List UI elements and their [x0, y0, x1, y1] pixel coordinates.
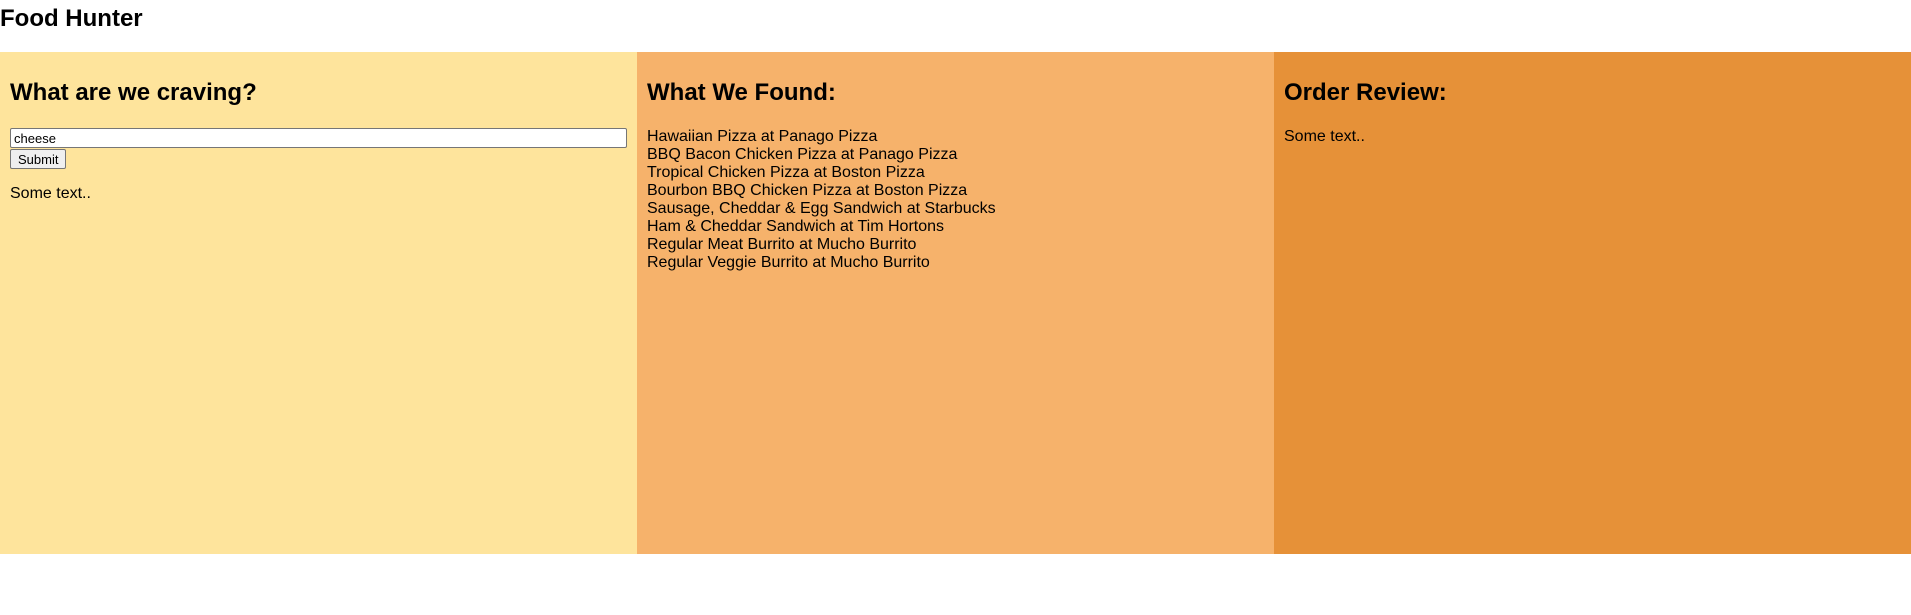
results-heading: What We Found:: [647, 79, 836, 106]
result-item: Hawaiian Pizza at Panago Pizza: [647, 128, 878, 146]
results-panel: What We Found: Hawaiian Pizza at Panago …: [637, 52, 1274, 554]
submit-button[interactable]: Submit: [10, 149, 67, 170]
order-heading: Order Review:: [1284, 79, 1447, 106]
result-item: BBQ Bacon Chicken Pizza at Panago Pizza: [647, 146, 958, 164]
search-input[interactable]: [10, 128, 627, 149]
app-title: Food Hunter: [0, 5, 143, 32]
result-item: Regular Veggie Burrito at Mucho Burrito: [647, 254, 930, 272]
result-item: Ham & Cheddar Sandwich at Tim Hortons: [647, 218, 945, 236]
order-panel: Order Review: Some text..: [1274, 52, 1911, 554]
main-columns: What are we craving? Submit Some text.. …: [0, 52, 1911, 554]
order-panel-text: Some text..: [1284, 128, 1365, 146]
result-item: Bourbon BBQ Chicken Pizza at Boston Pizz…: [647, 182, 968, 200]
search-panel-text: Some text..: [10, 185, 91, 203]
result-item: Tropical Chicken Pizza at Boston Pizza: [647, 164, 925, 182]
search-panel: What are we craving? Submit Some text..: [0, 52, 637, 554]
result-item: Sausage, Cheddar & Egg Sandwich at Starb…: [647, 200, 996, 218]
search-heading: What are we craving?: [10, 79, 257, 106]
result-item: Regular Meat Burrito at Mucho Burrito: [647, 236, 917, 254]
results-list: Hawaiian Pizza at Panago Pizza BBQ Bacon…: [647, 128, 1264, 272]
